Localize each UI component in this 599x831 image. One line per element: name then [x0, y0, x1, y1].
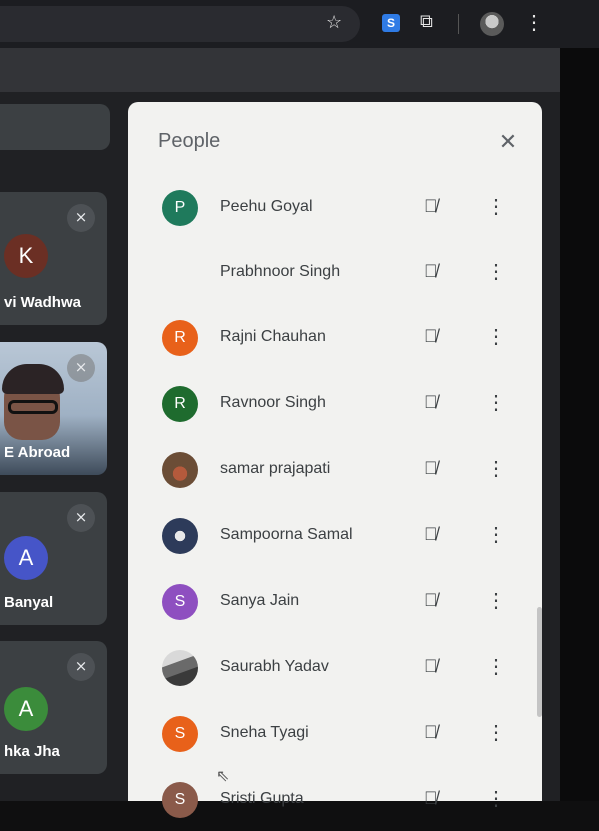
- panel-title: People: [158, 130, 221, 152]
- participant-name: Saurabh Yadav: [220, 658, 329, 675]
- mic-off-icon: 🎙̸: [424, 590, 438, 610]
- extension-s-icon[interactable]: S: [382, 14, 400, 32]
- participant-name: Prabhnoor Singh: [220, 263, 341, 280]
- meeting-top-bar: [0, 104, 110, 150]
- mic-off-icon: ⨯: [67, 204, 95, 232]
- tile-name: hka Jha: [4, 743, 60, 760]
- browser-toolbar: ☆ S ⧉ ⋮: [0, 0, 599, 48]
- mic-off-icon: ⨯: [67, 653, 95, 681]
- mic-off-icon: 🎙̸: [424, 722, 438, 742]
- participant-name: samar prajapati: [220, 460, 331, 477]
- browser-strip: [0, 48, 560, 92]
- more-vert-icon[interactable]: ⋮: [486, 324, 506, 349]
- list-item[interactable]: Sampoorna Samal 🎙̸ ⋮: [128, 502, 542, 567]
- more-vert-icon[interactable]: ⋮: [486, 588, 506, 613]
- more-vert-icon[interactable]: ⋮: [486, 786, 506, 811]
- mic-off-icon: 🎙̸: [424, 788, 438, 808]
- mic-off-icon: ⨯: [67, 504, 95, 532]
- participant-tile[interactable]: ⨯ A hka Jha: [0, 641, 107, 774]
- participant-tile[interactable]: ⨯ A Banyal: [0, 492, 107, 625]
- scrollbar-thumb[interactable]: [537, 607, 542, 717]
- screen-edge: [560, 48, 599, 801]
- avatar: S: [162, 716, 198, 752]
- profile-avatar[interactable]: [480, 12, 504, 36]
- more-vert-icon[interactable]: ⋮: [486, 390, 506, 415]
- avatar: P: [162, 190, 198, 226]
- people-panel: People ✕ P Peehu Goyal 🎙̸ ⋮ Prabhnoor Si…: [128, 102, 542, 818]
- more-vert-icon[interactable]: ⋮: [486, 522, 506, 547]
- list-item[interactable]: P Peehu Goyal 🎙̸ ⋮: [128, 174, 542, 239]
- more-vert-icon[interactable]: ⋮: [486, 456, 506, 481]
- more-vert-icon[interactable]: ⋮: [524, 10, 544, 35]
- list-item[interactable]: Saurabh Yadav 🎙̸ ⋮: [128, 634, 542, 699]
- list-item[interactable]: R Rajni Chauhan 🎙̸ ⋮: [128, 304, 542, 369]
- mic-off-icon: 🎙̸: [424, 458, 438, 478]
- mouse-cursor-icon: ⇖: [216, 768, 230, 785]
- video-feed-hair: [2, 364, 64, 394]
- close-icon[interactable]: ✕: [494, 128, 522, 156]
- list-item[interactable]: Prabhnoor Singh 🎙̸ ⋮: [128, 239, 542, 304]
- avatar: S: [162, 584, 198, 620]
- more-vert-icon[interactable]: ⋮: [486, 720, 506, 745]
- mic-off-icon: ⨯: [67, 354, 95, 382]
- participant-name: Peehu Goyal: [220, 198, 313, 215]
- address-bar[interactable]: [0, 6, 360, 42]
- list-item[interactable]: R Ravnoor Singh 🎙̸ ⋮: [128, 370, 542, 435]
- mic-off-icon: 🎙̸: [424, 326, 438, 346]
- toolbar-divider: [458, 14, 459, 34]
- mic-off-icon: 🎙̸: [424, 196, 438, 216]
- avatar: S: [162, 782, 198, 818]
- more-vert-icon[interactable]: ⋮: [486, 654, 506, 679]
- participant-name: Sneha Tyagi: [220, 724, 309, 741]
- participant-name: Sristi Gupta: [220, 790, 304, 807]
- avatar: A: [4, 687, 48, 731]
- mic-off-icon: 🎙̸: [424, 656, 438, 676]
- avatar: R: [162, 386, 198, 422]
- list-item[interactable]: S Sneha Tyagi 🎙̸ ⋮: [128, 700, 542, 765]
- participant-video-tile[interactable]: ⨯ E Abroad: [0, 342, 107, 475]
- star-outline-icon[interactable]: ☆: [326, 12, 342, 33]
- participant-name: Sanya Jain: [220, 592, 300, 609]
- list-item[interactable]: S Sristi Gupta 🎙̸ ⋮: [128, 766, 542, 831]
- tile-name: E Abroad: [4, 444, 71, 461]
- avatar: [162, 518, 198, 554]
- more-vert-icon[interactable]: ⋮: [486, 259, 506, 284]
- video-feed-glasses: [8, 400, 58, 414]
- participant-name: Rajni Chauhan: [220, 328, 326, 345]
- mic-off-icon: 🎙̸: [424, 392, 438, 412]
- tile-name: vi Wadhwa: [4, 294, 81, 311]
- avatar: [162, 452, 198, 488]
- participant-name: Ravnoor Singh: [220, 394, 326, 411]
- avatar: R: [162, 320, 198, 356]
- mic-off-icon: 🎙̸: [424, 261, 438, 281]
- avatar: [162, 650, 198, 686]
- avatar: K: [4, 234, 48, 278]
- participant-tile[interactable]: ⨯ K vi Wadhwa: [0, 192, 107, 325]
- more-vert-icon[interactable]: ⋮: [486, 194, 506, 219]
- avatar: A: [4, 536, 48, 580]
- participant-name: Sampoorna Samal: [220, 526, 353, 543]
- puzzle-icon[interactable]: ⧉: [420, 11, 433, 32]
- tile-name: Banyal: [4, 594, 54, 611]
- list-item[interactable]: S Sanya Jain 🎙̸ ⋮: [128, 568, 542, 633]
- mic-off-icon: 🎙̸: [424, 524, 438, 544]
- list-item[interactable]: samar prajapati 🎙̸ ⋮: [128, 436, 542, 501]
